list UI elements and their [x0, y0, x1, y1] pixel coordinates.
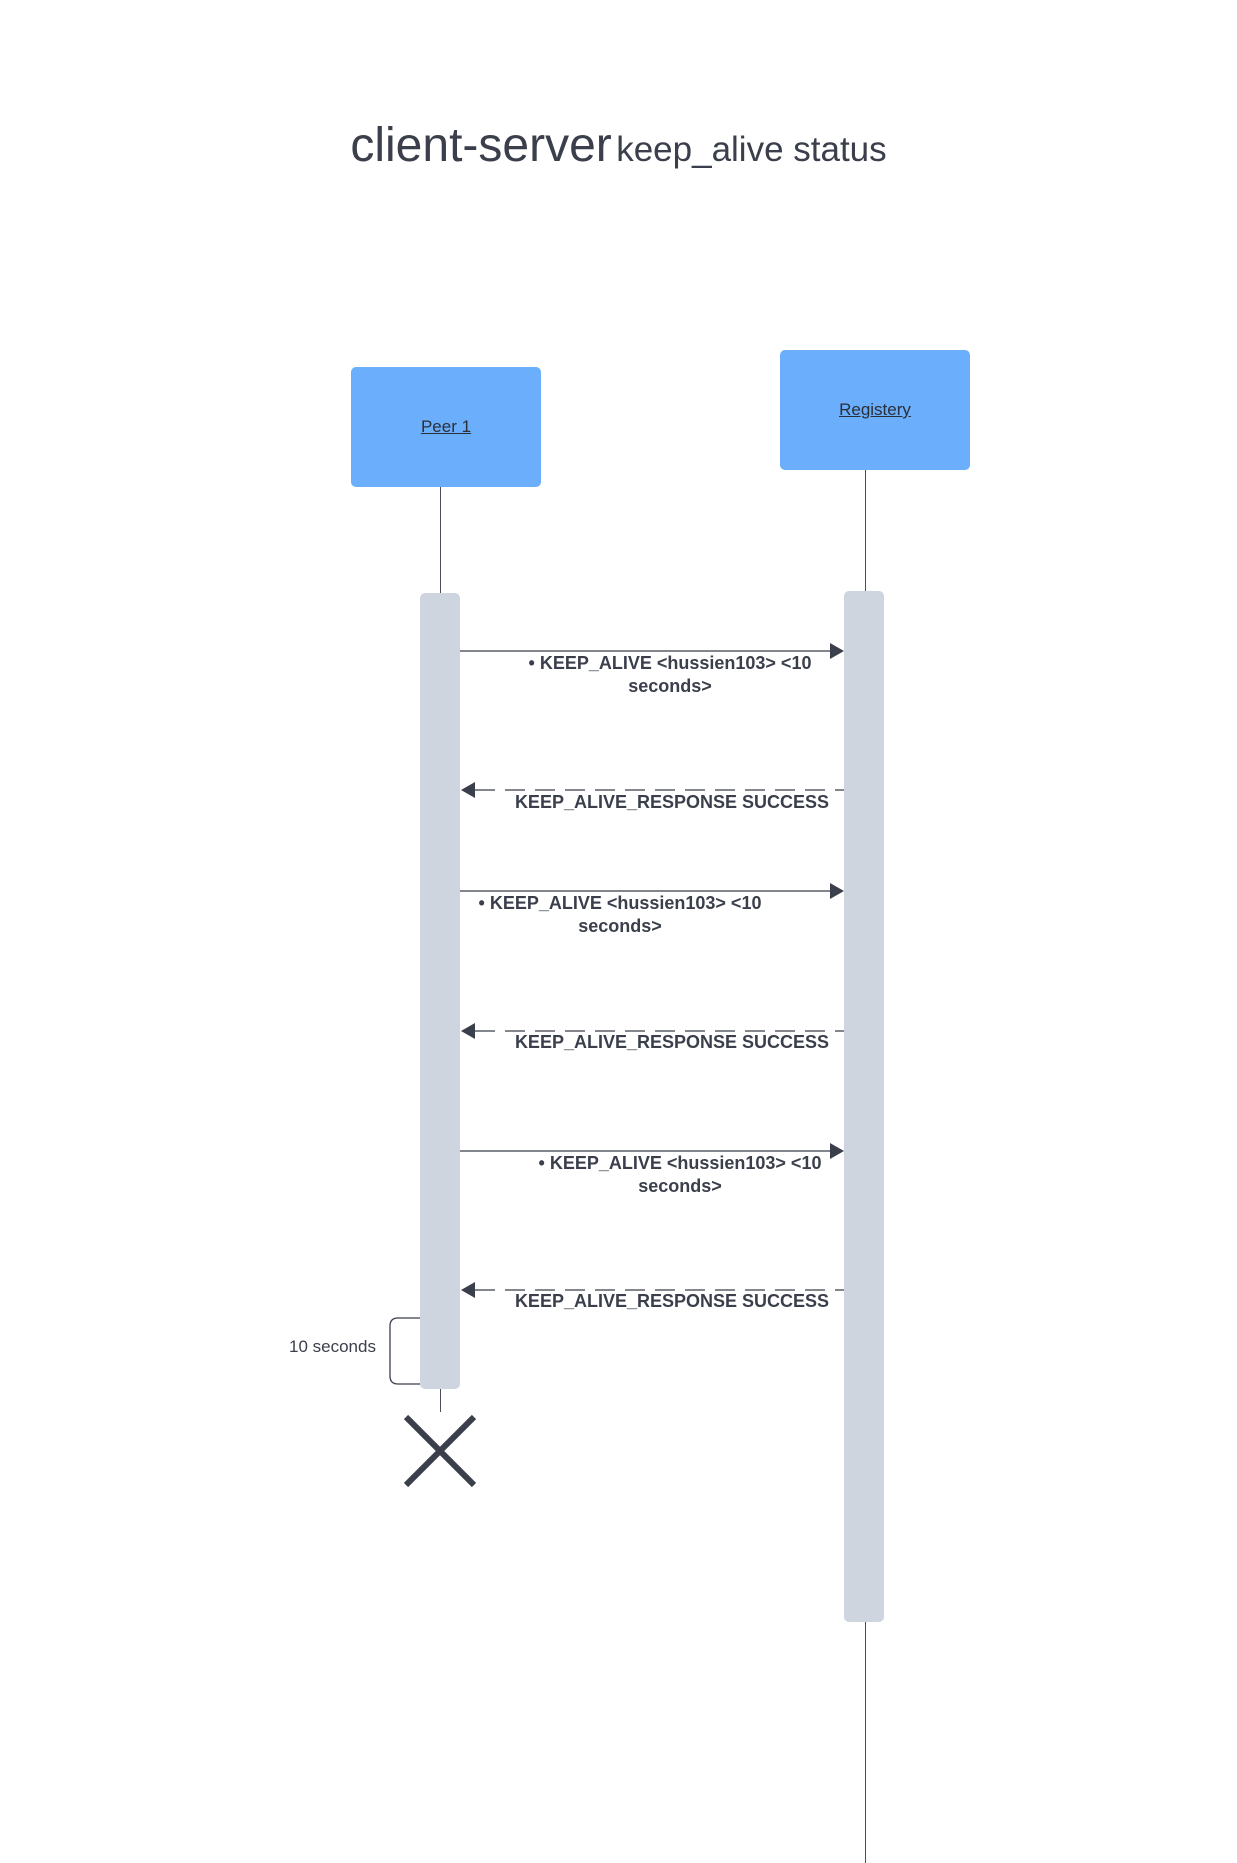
request-label-1: • KEEP_ALIVE <hussien103> <10 seconds>: [480, 652, 860, 698]
request-label-3: • KEEP_ALIVE <hussien103> <10 seconds>: [490, 1152, 870, 1198]
request-label-2-line1: • KEEP_ALIVE <hussien103> <10: [478, 893, 762, 913]
response-label-2: KEEP_ALIVE_RESPONSE SUCCESS: [492, 1031, 852, 1054]
response-label-1-text: KEEP_ALIVE_RESPONSE SUCCESS: [514, 792, 830, 812]
timeout-note-label: 10 seconds: [289, 1337, 376, 1356]
response-label-3-text: KEEP_ALIVE_RESPONSE SUCCESS: [514, 1291, 830, 1311]
timeout-bracket: [389, 1317, 420, 1385]
request-label-1-line1: • KEEP_ALIVE <hussien103> <10: [528, 653, 812, 673]
destroy-x-icon: [403, 1414, 477, 1488]
request-label-2: • KEEP_ALIVE <hussien103> <10 seconds>: [430, 892, 810, 938]
response-label-2-text: KEEP_ALIVE_RESPONSE SUCCESS: [514, 1032, 830, 1052]
request-label-1-line2: seconds>: [628, 676, 712, 696]
request-label-2-line2: seconds>: [578, 916, 662, 936]
request-label-3-line1: • KEEP_ALIVE <hussien103> <10: [538, 1153, 822, 1173]
response-label-3: KEEP_ALIVE_RESPONSE SUCCESS: [492, 1290, 852, 1313]
request-label-3-line2: seconds>: [638, 1176, 722, 1196]
response-label-1: KEEP_ALIVE_RESPONSE SUCCESS: [492, 791, 852, 814]
